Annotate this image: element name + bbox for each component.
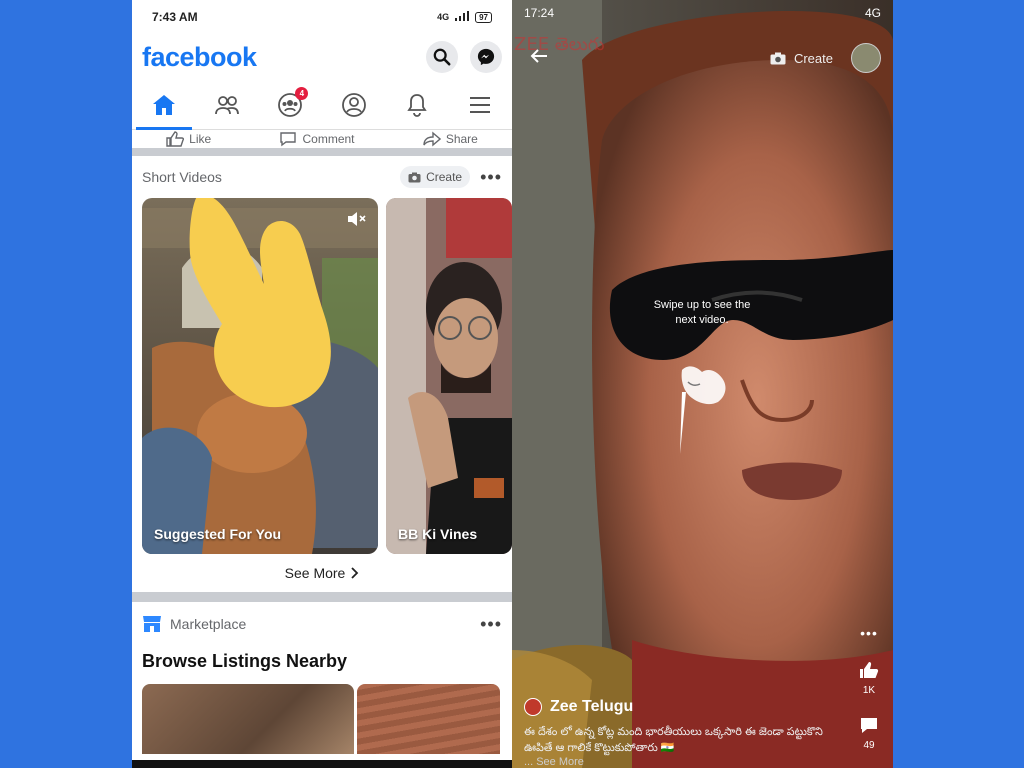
create-button[interactable]: Create (770, 51, 833, 66)
marketplace-header: Marketplace ••• (132, 602, 512, 646)
like-label: Like (189, 132, 212, 146)
comment-label: Comment (302, 132, 355, 146)
search-icon (433, 48, 451, 66)
post-actions: Like Comment Share (132, 130, 512, 156)
more-options-icon[interactable]: ••• (480, 168, 502, 186)
channel-avatar (524, 698, 542, 716)
share-button[interactable]: Share (423, 131, 478, 147)
short-videos-title: Short Videos (142, 169, 222, 185)
player-side-actions: ••• 1K 49 (859, 625, 879, 751)
status-time: 17:24 (524, 6, 555, 20)
comment-button[interactable]: Comment (279, 131, 355, 147)
player-top-bar: Create (512, 36, 893, 80)
more-options-icon[interactable]: ••• (860, 625, 878, 641)
divider (132, 592, 512, 602)
network-indicator: 4G (864, 6, 881, 20)
back-arrow-icon (530, 48, 547, 63)
create-button[interactable]: Create (400, 166, 471, 188)
battery-icon: 97 (475, 11, 492, 23)
short-videos-header: Short Videos Create ••• (132, 156, 512, 198)
comment-icon[interactable] (859, 716, 879, 734)
status-bar: 7:43 AM 4G 97 (132, 0, 512, 34)
mute-icon[interactable] (346, 210, 366, 228)
share-icon (423, 131, 441, 147)
more-options-icon[interactable]: ••• (480, 615, 502, 633)
comment-icon (280, 132, 297, 147)
nav-bar (132, 760, 512, 768)
short-videos-carousel: Suggested For You BB Ki Vines (132, 198, 512, 554)
messenger-button[interactable] (470, 41, 502, 73)
create-label: Create (793, 50, 833, 66)
video-thumbnail (386, 198, 512, 554)
short-video-player-screen: ZEE తెలుగు 17:24 4G Create Swipe up to s… (512, 0, 893, 768)
signal-icon (455, 11, 470, 23)
network-indicator: 4G (437, 12, 450, 22)
share-label: Share (445, 132, 478, 146)
app-header: facebook (132, 34, 512, 80)
swipe-hint-text: Swipe up to see the next video. (653, 299, 751, 326)
listings-row (132, 676, 512, 754)
see-more-label: See More (284, 565, 346, 581)
like-count: 1K (862, 685, 876, 696)
messenger-icon (477, 48, 495, 66)
tab-notifications[interactable] (397, 85, 437, 125)
status-time: 7:43 AM (152, 10, 198, 24)
notification-badge: 4 (295, 86, 309, 100)
main-nav: 4 (132, 80, 512, 130)
listing-card[interactable] (357, 684, 500, 754)
create-label: Create (426, 170, 463, 184)
channel-row[interactable]: Zee Telugu (524, 698, 854, 716)
tab-profile[interactable] (334, 85, 374, 125)
comment-count: 49 (863, 740, 875, 751)
thumbs-up-icon (166, 131, 185, 147)
see-more-button[interactable]: See More (132, 554, 512, 592)
video-caption: ఈ దేశం లో ఉన్న కోట్ల మంది భారతీయులు ఒక్క… (524, 726, 823, 754)
channel-name: Zee Telugu (550, 698, 634, 715)
tab-menu[interactable] (460, 85, 500, 125)
menu-icon (470, 96, 491, 113)
camera-icon (770, 52, 786, 64)
friends-icon (215, 95, 239, 114)
swipe-up-hand-icon (680, 366, 726, 454)
video-card-label: Suggested For You (154, 526, 282, 542)
tab-friends[interactable] (207, 85, 247, 125)
see-more-link[interactable]: ... See More (524, 756, 854, 768)
facebook-logo: facebook (142, 41, 257, 72)
thumbs-up-icon[interactable] (859, 661, 879, 679)
video-card[interactable]: Suggested For You (142, 198, 378, 554)
video-card-label: BB Ki Vines (398, 526, 478, 542)
bell-icon (407, 93, 427, 117)
profile-icon (341, 92, 366, 117)
video-thumbnail (142, 198, 378, 554)
home-icon (152, 94, 175, 115)
like-button[interactable]: Like (166, 131, 211, 147)
tab-home[interactable] (135, 85, 192, 130)
tab-groups[interactable]: 4 (270, 85, 310, 125)
marketplace-title: Marketplace (170, 616, 247, 632)
camera-icon (408, 172, 421, 182)
avatar[interactable] (851, 43, 881, 73)
listing-card[interactable] (142, 684, 354, 754)
chevron-right-icon (351, 567, 359, 579)
marketplace-icon (143, 616, 161, 632)
search-button[interactable] (426, 41, 458, 73)
back-button[interactable] (530, 48, 548, 69)
status-bar: 17:24 4G (512, 0, 893, 26)
browse-listings-heading: Browse Listings Nearby (142, 651, 348, 671)
video-card[interactable]: BB Ki Vines (386, 198, 512, 554)
facebook-feed-screen: 7:43 AM 4G 97 facebook 4 Like Comment Sh… (132, 0, 512, 768)
video-info: Zee Telugu ఈ దేశం లో ఉన్న కోట్ల మంది భార… (524, 698, 854, 768)
